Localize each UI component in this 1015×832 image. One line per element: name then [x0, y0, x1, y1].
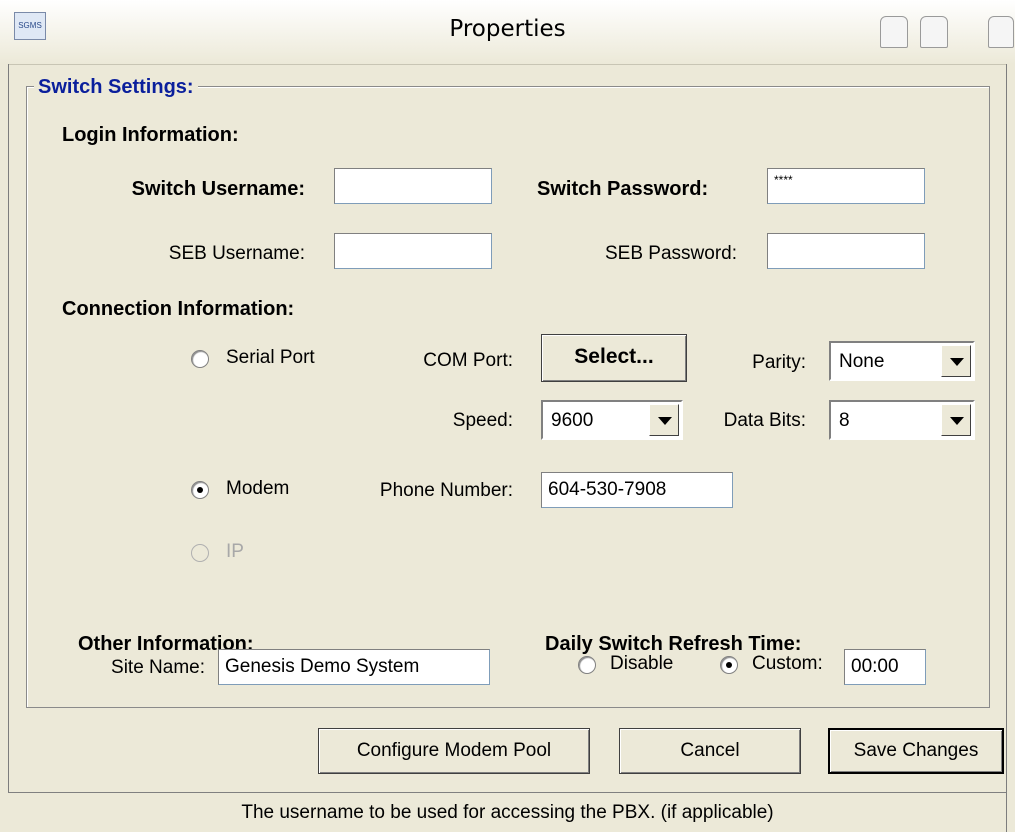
com-port-label: COM Port: — [423, 350, 513, 371]
custom-time-field[interactable]: 00:00 — [844, 649, 926, 685]
ip-label: IP — [226, 541, 244, 562]
data-bits-value: 8 — [839, 410, 850, 431]
switch-username-field[interactable] — [334, 168, 492, 204]
parity-label: Parity: — [752, 352, 806, 373]
chevron-down-icon[interactable] — [649, 404, 679, 436]
parity-select[interactable]: None — [829, 341, 975, 381]
site-name-field[interactable]: Genesis Demo System — [218, 649, 490, 685]
data-bits-select[interactable]: 8 — [829, 400, 975, 440]
chevron-down-icon[interactable] — [941, 345, 971, 377]
window-title: Properties — [449, 16, 566, 42]
configure-modem-pool-button[interactable]: Configure Modem Pool — [318, 728, 590, 774]
speed-value: 9600 — [551, 410, 594, 431]
custom-refresh-label: Custom: — [752, 653, 823, 674]
login-info-heading: Login Information: — [62, 124, 239, 146]
maximize-button[interactable] — [920, 16, 948, 48]
phone-number-label: Phone Number: — [379, 480, 513, 501]
save-changes-button[interactable]: Save Changes — [828, 728, 1004, 774]
select-com-port-button[interactable]: Select... — [541, 334, 687, 382]
modem-radio[interactable] — [191, 481, 209, 499]
parity-value: None — [839, 351, 885, 372]
custom-refresh-radio[interactable] — [720, 656, 738, 674]
minimize-button[interactable] — [880, 16, 908, 48]
seb-username-label: SEB Username: — [168, 243, 305, 264]
seb-password-field[interactable] — [767, 233, 925, 269]
window-frame-right — [1006, 64, 1015, 832]
switch-username-label: Switch Username: — [131, 178, 305, 200]
seb-username-field[interactable] — [334, 233, 492, 269]
cancel-button[interactable]: Cancel — [619, 728, 801, 774]
serial-port-radio[interactable] — [191, 350, 209, 368]
data-bits-label: Data Bits: — [723, 410, 806, 431]
status-text: The username to be used for accessing th… — [241, 802, 774, 823]
seb-password-label: SEB Password: — [605, 243, 737, 264]
window-frame-left — [0, 64, 9, 832]
switch-settings-legend: Switch Settings: — [34, 76, 198, 99]
serial-port-label: Serial Port — [226, 347, 315, 368]
chevron-down-icon[interactable] — [941, 404, 971, 436]
switch-password-label: Switch Password: — [537, 178, 709, 200]
speed-label: Speed: — [452, 410, 513, 431]
ip-radio[interactable] — [191, 544, 209, 562]
modem-label: Modem — [226, 478, 290, 499]
switch-password-field[interactable]: **** — [767, 168, 925, 204]
site-name-label: Site Name: — [111, 657, 205, 678]
speed-select[interactable]: 9600 — [541, 400, 683, 440]
disable-refresh-radio[interactable] — [578, 656, 596, 674]
connection-info-heading: Connection Information: — [62, 298, 295, 320]
disable-refresh-label: Disable — [610, 653, 674, 674]
close-button[interactable] — [988, 16, 1014, 48]
title-bar: SGMS Properties — [0, 0, 1015, 65]
phone-number-field[interactable]: 604-530-7908 — [541, 472, 733, 508]
